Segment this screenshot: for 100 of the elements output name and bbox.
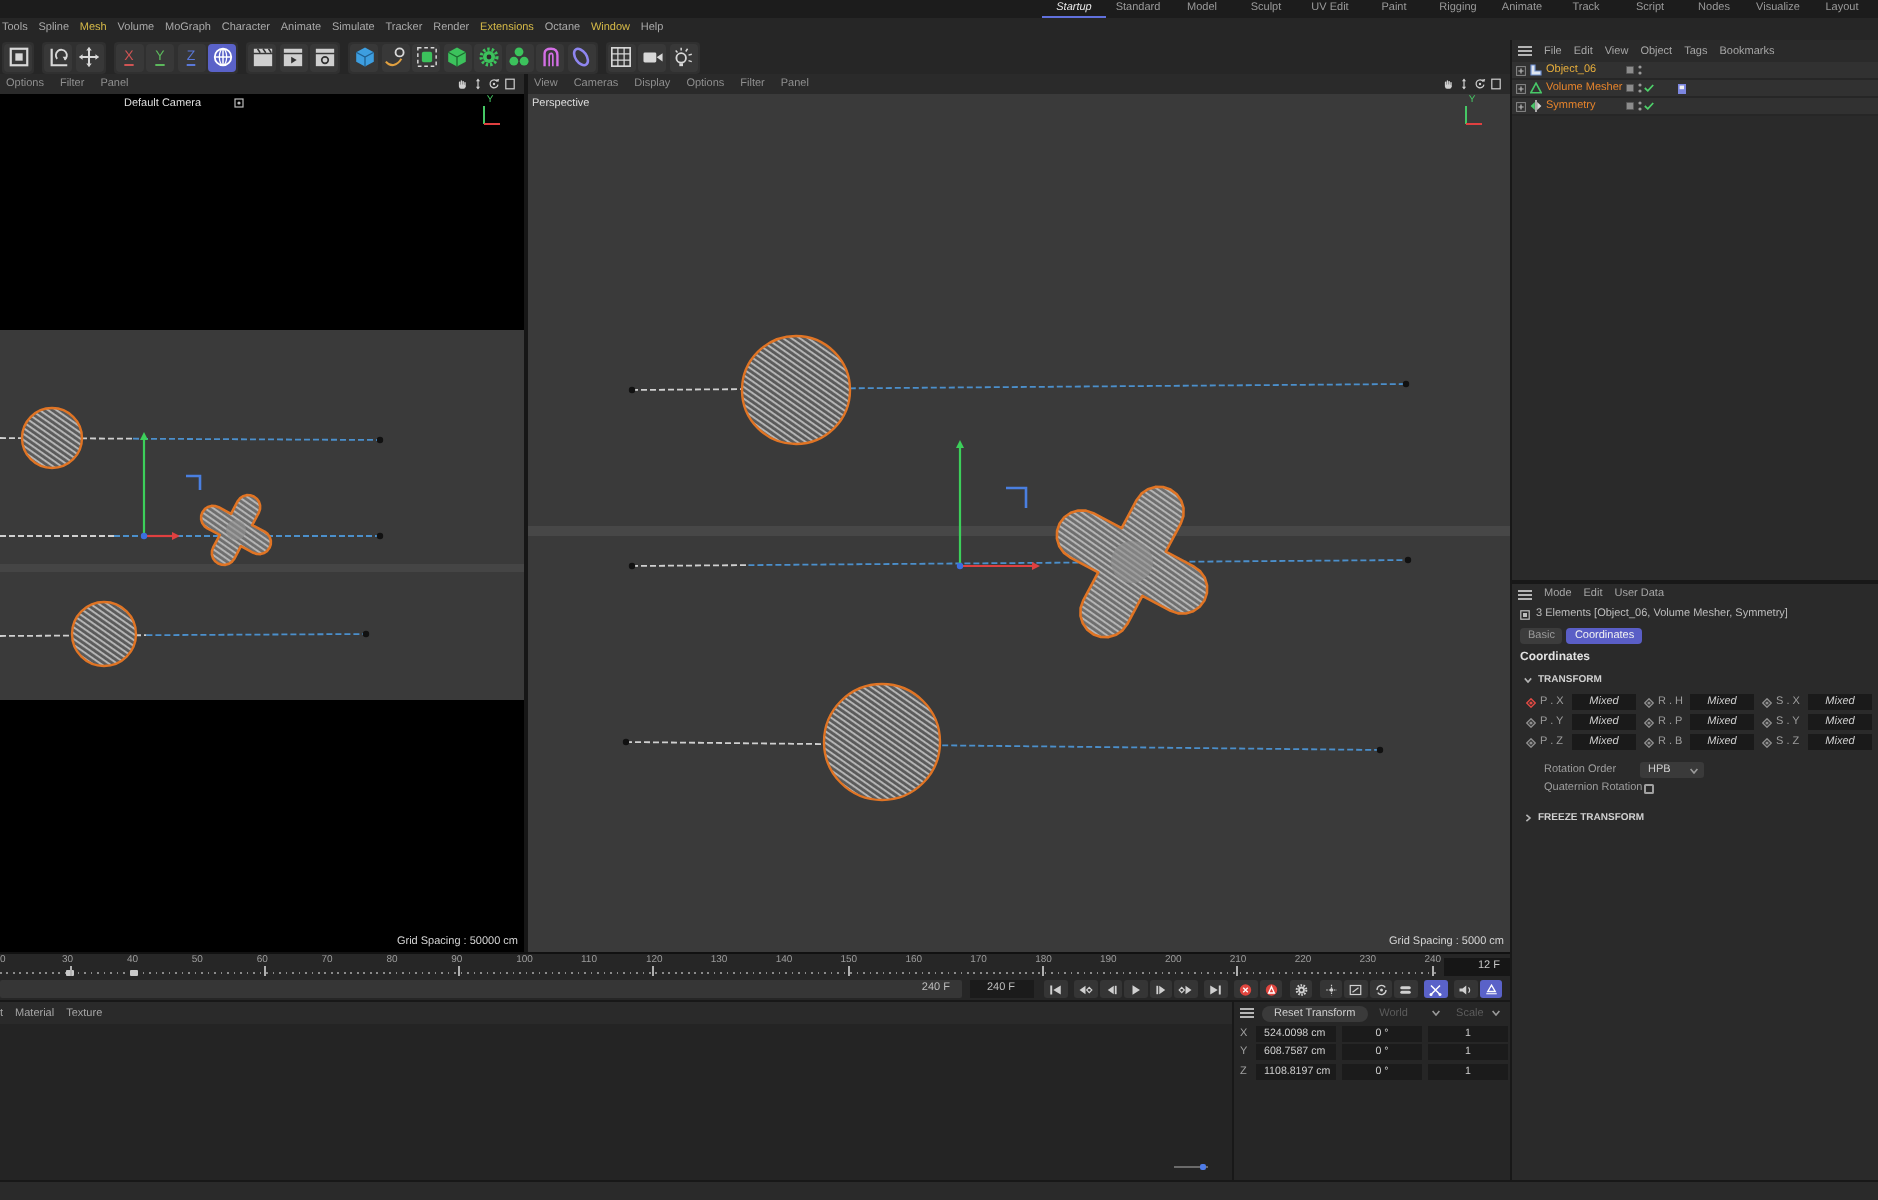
expand-icon[interactable] — [1516, 101, 1526, 111]
triangle-lines-button[interactable] — [1479, 980, 1502, 998]
subdivision-button[interactable] — [412, 43, 440, 71]
target-icon[interactable] — [234, 98, 244, 108]
bend-button[interactable] — [536, 43, 564, 71]
sphere-object[interactable] — [20, 406, 84, 470]
go-to-start-button[interactable] — [1044, 980, 1067, 998]
keyframe-diamond-icon[interactable] — [1762, 697, 1772, 707]
previous-key-button[interactable] — [1074, 980, 1097, 998]
rotate-keys-icon — [1373, 983, 1388, 995]
rotate-view-icon[interactable] — [488, 78, 500, 90]
bend-icon — [539, 46, 561, 68]
expand-icon[interactable] — [1516, 65, 1526, 75]
vertical-arrows-icon[interactable] — [472, 78, 484, 90]
checkbox[interactable] — [1644, 783, 1654, 793]
rotate-button[interactable] — [44, 43, 72, 71]
go-to-start-icon — [1048, 983, 1063, 995]
move-keys-button[interactable] — [1319, 980, 1342, 998]
keyframe-icon[interactable] — [129, 969, 138, 975]
keyframe-diamond-icon[interactable] — [1762, 737, 1772, 747]
move-icon — [78, 46, 100, 68]
sphere-object[interactable] — [822, 682, 942, 802]
caret-icon[interactable] — [1690, 767, 1698, 773]
previous-frame-button[interactable] — [1099, 980, 1122, 998]
maximize-icon[interactable] — [504, 78, 516, 90]
speaker-button[interactable] — [1454, 980, 1477, 998]
keyframe-diamond-icon[interactable] — [1644, 737, 1654, 747]
play-button[interactable] — [1124, 980, 1147, 998]
gear-icon — [477, 46, 499, 68]
move-button[interactable] — [75, 43, 103, 71]
light-button[interactable] — [669, 43, 697, 71]
next-frame-button[interactable] — [1149, 980, 1172, 998]
cube-icon — [446, 46, 468, 68]
snap-button[interactable] — [1424, 980, 1447, 998]
axis-gizmo[interactable] — [956, 440, 1040, 570]
check-icon[interactable] — [1644, 84, 1654, 92]
triangle-lines-icon — [1483, 983, 1498, 995]
next-key-button[interactable] — [1174, 980, 1197, 998]
clapper-button[interactable] — [248, 43, 276, 71]
slider-thumb[interactable] — [1199, 1163, 1207, 1170]
record-button[interactable] — [1234, 980, 1257, 998]
cube-button[interactable] — [443, 43, 471, 71]
gear-button[interactable] — [1289, 980, 1312, 998]
cube-icon — [353, 46, 375, 68]
previous-frame-icon — [1103, 983, 1118, 995]
layer-toggle-icon[interactable] — [1626, 102, 1634, 110]
camera-icon — [641, 46, 663, 68]
pan-icon[interactable] — [456, 78, 468, 90]
camera-button[interactable] — [638, 43, 666, 71]
spheres-icon — [508, 46, 530, 68]
menu-icon[interactable] — [1518, 46, 1532, 56]
mirror-icon — [1530, 100, 1542, 112]
tag-icon[interactable] — [1678, 83, 1686, 93]
rotate-keys-button[interactable] — [1369, 980, 1392, 998]
ring-icon — [570, 46, 592, 68]
cross-object[interactable] — [199, 493, 273, 567]
next-key-icon — [1178, 983, 1193, 995]
keyframe-diamond-icon[interactable] — [1644, 717, 1654, 727]
pen-button[interactable] — [381, 43, 409, 71]
bracket-icon — [1006, 486, 1028, 508]
cube-button[interactable] — [350, 43, 378, 71]
layer-toggle-icon[interactable] — [1626, 84, 1634, 92]
clapper-play-button[interactable] — [279, 43, 307, 71]
axis-gizmo[interactable] — [140, 432, 180, 540]
keyframe-diamond-icon[interactable] — [1526, 717, 1536, 727]
previous-key-icon — [1078, 983, 1093, 995]
globe-icon — [211, 46, 233, 68]
pen-icon — [384, 46, 406, 68]
expand-icon[interactable] — [1516, 83, 1526, 93]
selection-icon — [1520, 609, 1530, 619]
menu-icon[interactable] — [1518, 589, 1532, 599]
check-icon[interactable] — [1644, 102, 1654, 110]
globe-button[interactable] — [208, 43, 236, 71]
layer-toggle-icon[interactable] — [1626, 66, 1634, 74]
go-to-end-button[interactable] — [1204, 980, 1227, 998]
keyframe-diamond-icon[interactable] — [1644, 697, 1654, 707]
menu-icon[interactable] — [1240, 1008, 1254, 1018]
cross-object[interactable] — [1055, 485, 1209, 639]
scale-keys-button[interactable] — [1344, 980, 1367, 998]
keyframe-diamond-icon[interactable] — [1526, 697, 1536, 707]
keyframe-diamond-icon[interactable] — [1762, 717, 1772, 727]
caret-icon[interactable] — [1524, 814, 1532, 822]
sphere-object[interactable] — [740, 334, 852, 446]
rotate-icon — [47, 46, 69, 68]
caret-icon[interactable] — [1524, 676, 1532, 684]
gear-button[interactable] — [474, 43, 502, 71]
clapper-gear-button[interactable] — [310, 43, 338, 71]
sphere-object[interactable] — [70, 600, 138, 668]
ring-button[interactable] — [567, 43, 595, 71]
autokey-button[interactable] — [1259, 980, 1282, 998]
keyframe-diamond-icon[interactable] — [1526, 737, 1536, 747]
maximize-icon[interactable] — [1490, 78, 1502, 90]
vertical-arrows-icon[interactable] — [1458, 78, 1470, 90]
subdivision-icon — [415, 46, 437, 68]
grid-button[interactable] — [607, 43, 635, 71]
spheres-button[interactable] — [505, 43, 533, 71]
rotate-view-icon[interactable] — [1474, 78, 1486, 90]
parameter-keys-button[interactable] — [1394, 980, 1417, 998]
clapper-gear-icon — [313, 46, 335, 68]
pan-icon[interactable] — [1442, 78, 1454, 90]
